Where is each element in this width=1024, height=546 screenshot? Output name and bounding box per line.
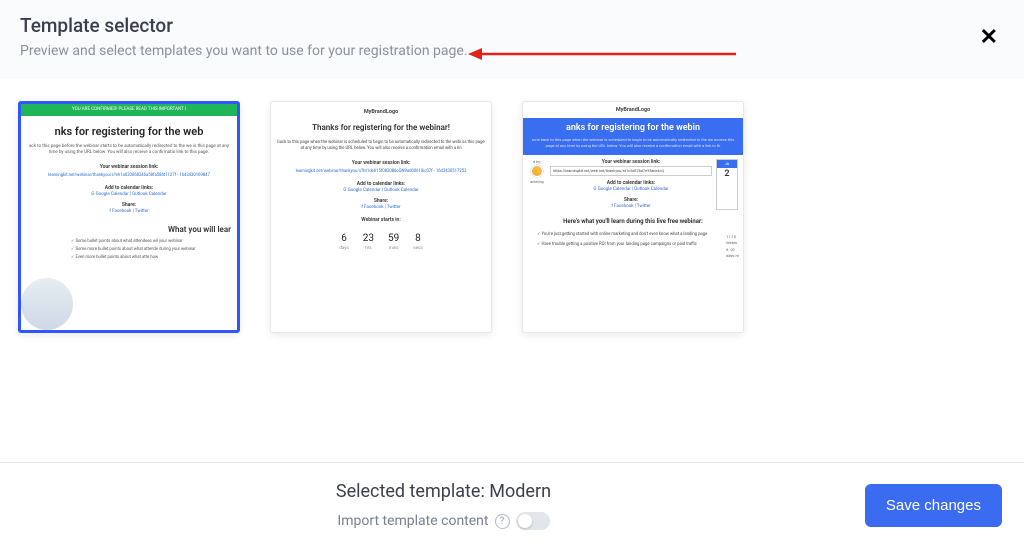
template-preview-2: MyBrandLogo Thanks for registering for t… xyxy=(271,102,491,260)
help-icon[interactable]: ? xyxy=(495,514,510,529)
save-button[interactable]: Save changes xyxy=(865,484,1002,527)
modal-header: Template selector Preview and select tem… xyxy=(0,0,1024,79)
preview-bg-image xyxy=(21,278,73,330)
template-card-3[interactable]: MyBrandLogo anks for registering for the… xyxy=(522,101,744,333)
import-content-label: Import template content xyxy=(337,513,488,529)
countdown: 6days 23hrs 59mins 8secs xyxy=(271,224,491,260)
annotation-arrow-top xyxy=(468,46,738,62)
avatar xyxy=(531,165,543,177)
close-button[interactable]: ✕ xyxy=(980,24,998,50)
modal-footer: Selected template: Modern Import templat… xyxy=(0,462,1024,546)
template-preview-1: YOU ARE CONFIRMED! PLEASE READ THIS IMPO… xyxy=(21,104,237,261)
preview-side-panel: 11:15 Webin 6 20 days hr xyxy=(726,234,739,260)
import-content-toggle[interactable] xyxy=(516,512,550,530)
import-content-row: Import template content ? xyxy=(337,512,549,530)
template-preview-3: MyBrandLogo anks for registering for the… xyxy=(523,102,743,250)
selected-template-label: Selected template: Modern xyxy=(22,481,865,502)
page-title: Template selector xyxy=(20,14,1004,37)
toggle-knob xyxy=(518,514,532,528)
template-card-1[interactable]: YOU ARE CONFIRMED! PLEASE READ THIS IMPO… xyxy=(18,101,240,333)
template-gallery: YOU ARE CONFIRMED! PLEASE READ THIS IMPO… xyxy=(0,79,1024,355)
template-card-2[interactable]: MyBrandLogo Thanks for registering for t… xyxy=(270,101,492,333)
close-icon: ✕ xyxy=(980,24,998,49)
